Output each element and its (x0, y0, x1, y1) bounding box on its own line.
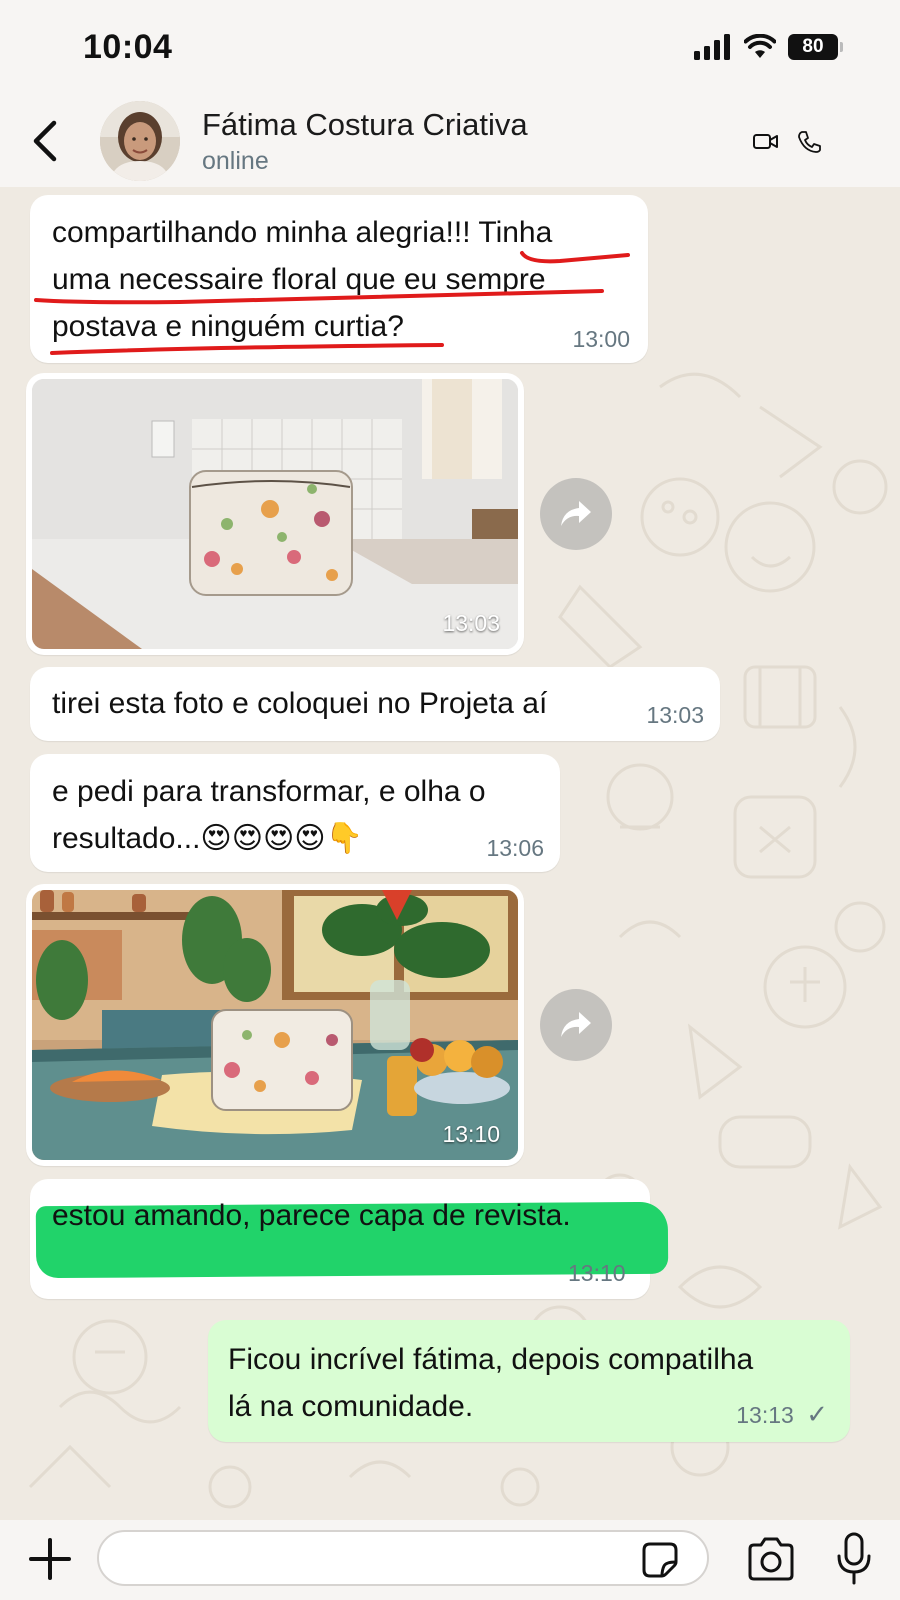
plus-icon[interactable] (25, 1534, 75, 1584)
message-text: estou amando, parece capa de revista. (52, 1199, 571, 1232)
message-text: e pedi para transformar, e olha o result… (52, 768, 486, 862)
message-bubble-incoming[interactable]: tirei esta foto e coloquei no Projeta aí… (30, 667, 720, 741)
photo-image (32, 890, 518, 1160)
image-message[interactable]: 13:10 (26, 884, 524, 1166)
battery-icon: 80 (788, 34, 843, 60)
message-line: uma necessaire floral que eu sempre (52, 263, 546, 296)
contact-status: online (202, 147, 269, 175)
input-bar (0, 1520, 900, 1600)
forward-button[interactable] (540, 989, 612, 1061)
sticker-icon[interactable] (640, 1540, 680, 1580)
message-bubble-incoming[interactable]: compartilhando minha alegria!!! Tinha um… (30, 195, 648, 363)
wifi-icon (744, 34, 776, 58)
message-line: Ficou incrível fátima, depois compatilha (228, 1343, 754, 1376)
back-icon[interactable] (28, 117, 64, 165)
video-call-icon[interactable] (752, 129, 780, 153)
message-time-text: 13:13 (736, 1402, 794, 1428)
message-time: 13:10 (442, 1121, 500, 1147)
chat-header: Fátima Costura Criativa online (0, 95, 900, 187)
contact-name[interactable]: Fátima Costura Criativa (202, 107, 528, 143)
status-bar: 10:04 80 (0, 0, 900, 95)
avatar[interactable] (100, 101, 180, 181)
signal-icon (694, 34, 730, 60)
message-time: 13:03 (442, 610, 500, 636)
message-bubble-outgoing[interactable]: Ficou incrível fátima, depois compatilha… (208, 1320, 850, 1442)
message-input[interactable] (97, 1530, 709, 1586)
photo-bag-kitchen[interactable]: 13:03 (32, 379, 518, 649)
voice-call-icon[interactable] (796, 129, 824, 153)
forward-icon (561, 1012, 591, 1037)
message-bubble-incoming[interactable]: e pedi para transformar, e olha o result… (30, 754, 560, 872)
message-text: tirei esta foto e coloquei no Projeta aí (52, 687, 548, 720)
message-text: Ficou incrível fátima, depois compatilha… (228, 1336, 753, 1430)
message-line: resultado...😍😍😍😍👇 (52, 822, 363, 855)
avatar-image (100, 101, 180, 181)
status-icons: 80 (694, 34, 843, 60)
status-time: 10:04 (83, 28, 173, 66)
microphone-icon[interactable] (836, 1532, 872, 1586)
message-time: 13:06 (486, 835, 544, 861)
battery-level: 80 (802, 36, 824, 57)
photo-bag-styled[interactable]: 13:10 (32, 890, 518, 1160)
image-message[interactable]: 13:03 (26, 373, 524, 655)
forward-icon (561, 501, 591, 526)
message-text: compartilhando minha alegria!!! Tinha um… (52, 209, 552, 350)
message-line: lá na comunidade. (228, 1390, 474, 1423)
photo-image (32, 379, 518, 649)
message-time: 13:13 ✓ (736, 1399, 828, 1430)
chat-area[interactable]: compartilhando minha alegria!!! Tinha um… (0, 187, 900, 1520)
message-line: postava e ninguém curtia? (52, 310, 404, 343)
forward-button[interactable] (540, 478, 612, 550)
camera-icon[interactable] (746, 1537, 796, 1581)
message-time: 13:10 (568, 1260, 626, 1286)
message-line: compartilhando minha alegria!!! Tinha (52, 216, 553, 249)
sent-check-icon: ✓ (806, 1399, 828, 1429)
message-line: e pedi para transformar, e olha o (52, 775, 486, 808)
message-time: 13:03 (646, 702, 704, 728)
message-time: 13:00 (572, 326, 630, 352)
